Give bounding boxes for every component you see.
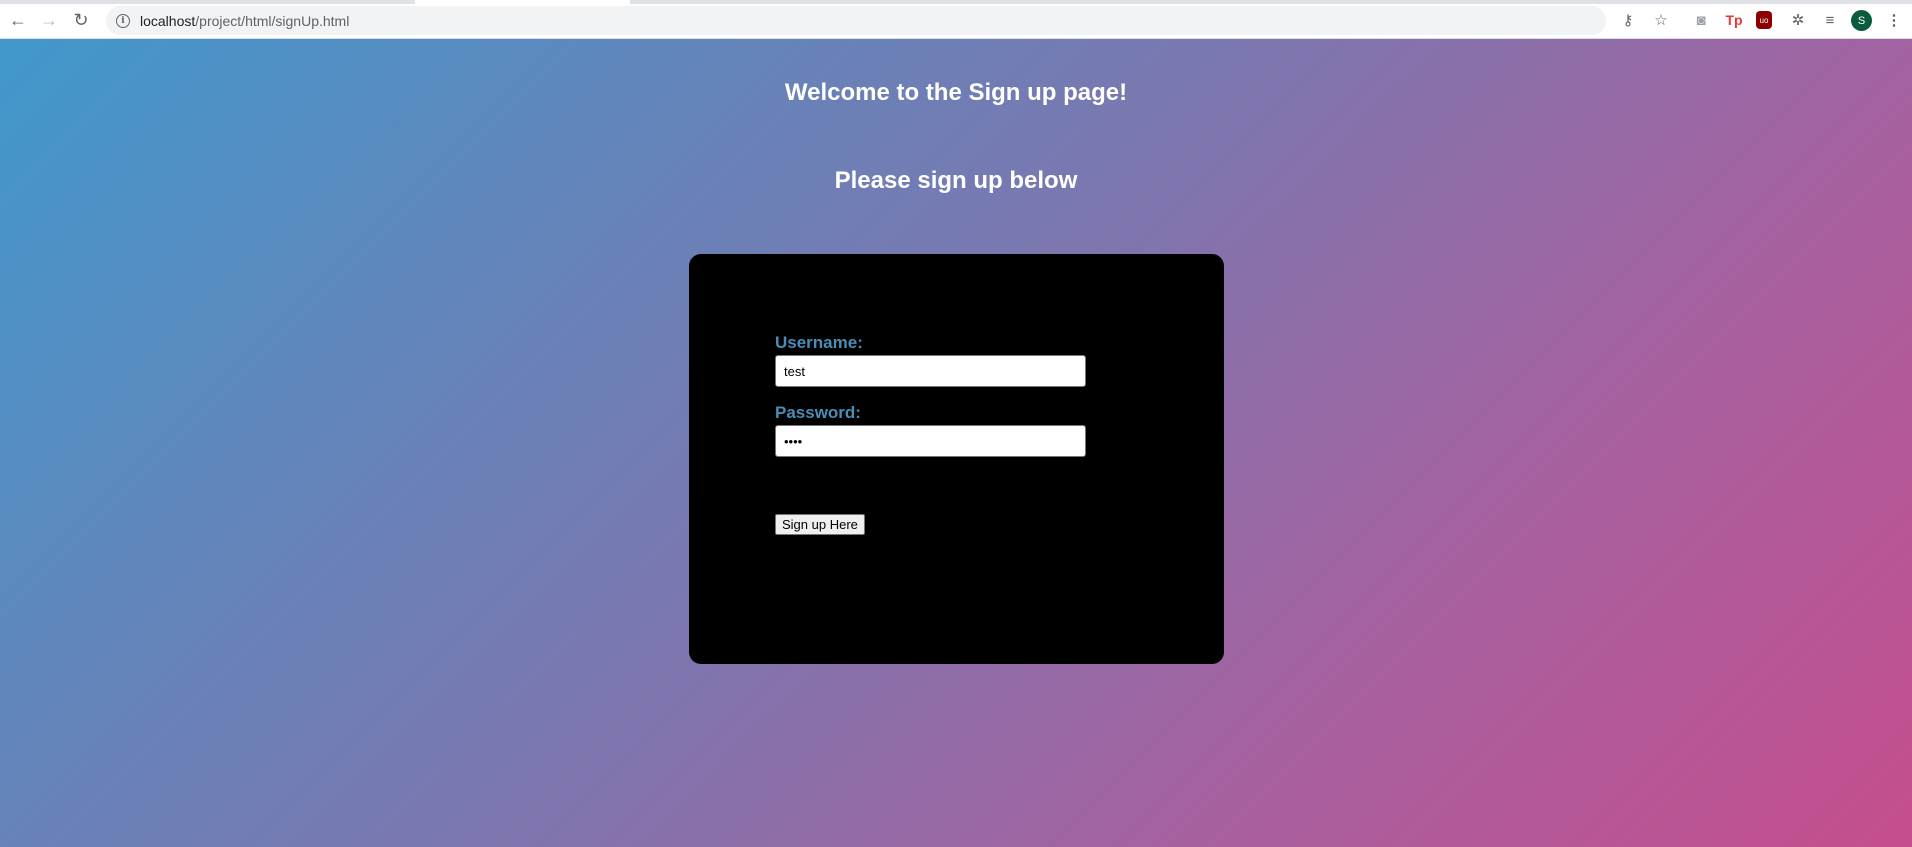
browser-toolbar: ← → ↻ i localhost/project/html/signUp.ht… — [0, 0, 1912, 39]
forward-icon[interactable]: → — [37, 8, 61, 32]
menu-icon[interactable]: ⋮ — [1884, 10, 1904, 30]
info-icon[interactable]: i — [116, 13, 130, 28]
puzzle-icon[interactable]: ✲ — [1788, 10, 1808, 30]
avatar[interactable]: S — [1851, 10, 1872, 31]
active-tab[interactable] — [415, 0, 630, 4]
page-title: Welcome to the Sign up page! — [784, 79, 1128, 106]
reload-icon[interactable]: ↻ — [69, 8, 93, 32]
username-label: Username: — [775, 333, 863, 352]
page-body: Welcome to the Sign up page! Please sign… — [0, 39, 1912, 847]
camera-icon[interactable]: ◙ — [1691, 10, 1711, 30]
sign-up-button[interactable]: Sign up Here — [775, 514, 865, 535]
tab-strip — [0, 0, 1912, 4]
url-path: /project/html/signUp.html — [195, 12, 350, 29]
star-icon[interactable]: ☆ — [1651, 10, 1671, 30]
key-icon[interactable]: ⚷ — [1618, 10, 1638, 30]
password-field[interactable] — [775, 425, 1086, 457]
address-bar[interactable]: i localhost/project/html/signUp.html — [106, 6, 1606, 35]
ublock-icon[interactable]: uo — [1756, 11, 1772, 29]
username-field[interactable] — [775, 355, 1086, 387]
url-text[interactable]: localhost/project/html/signUp.html — [140, 13, 349, 29]
signup-card: Username: Password: Sign up Here — [689, 254, 1224, 664]
password-label: Password: — [775, 403, 861, 422]
url-host: localhost — [140, 12, 196, 29]
back-icon[interactable]: ← — [6, 8, 30, 32]
page-subtitle: Please sign up below — [834, 167, 1078, 194]
tp-extension-icon[interactable]: Tp — [1724, 10, 1744, 30]
media-control-icon[interactable]: ≡ — [1820, 10, 1840, 30]
